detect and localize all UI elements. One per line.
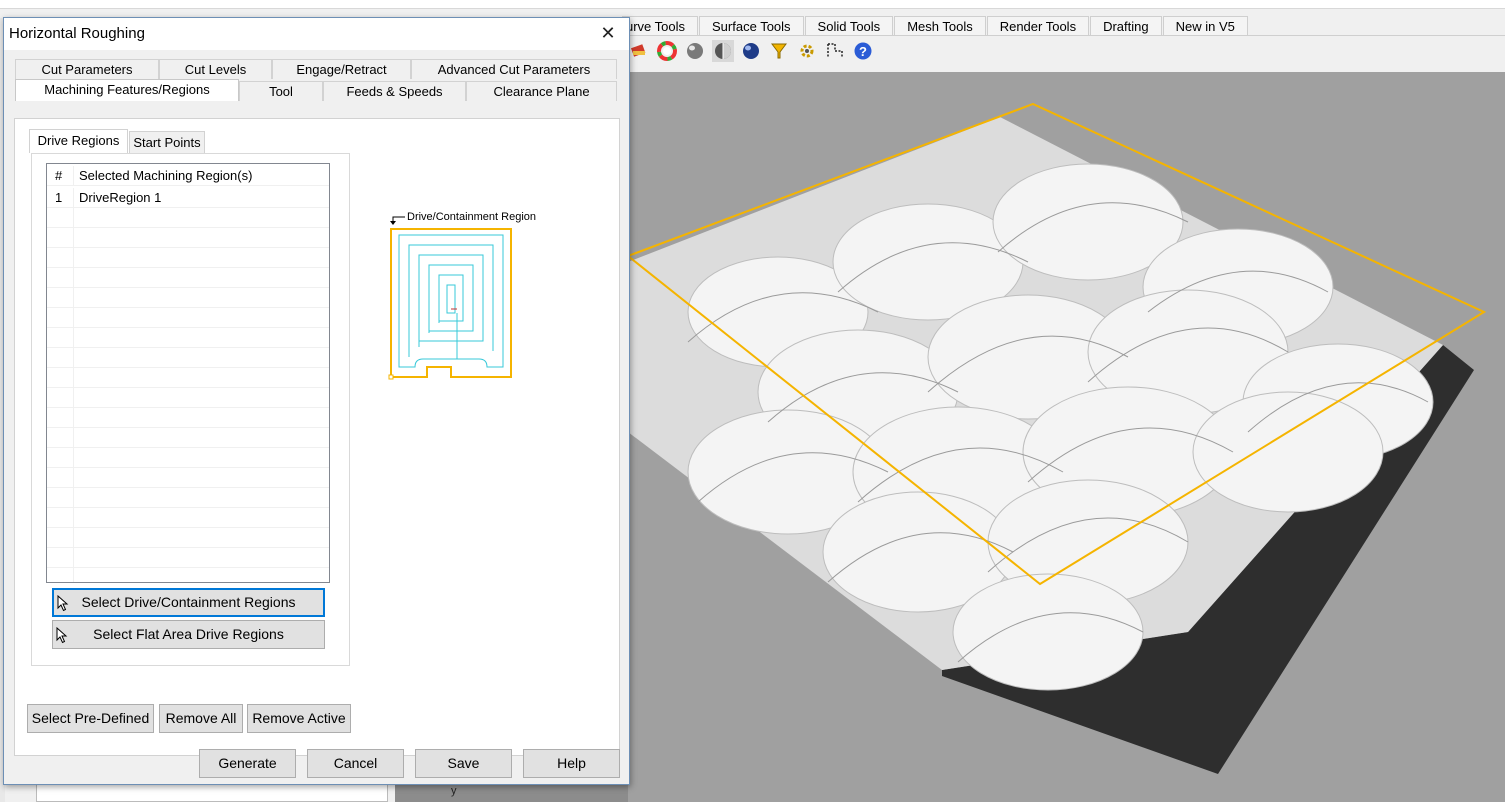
tab-clearance-plane[interactable]: Clearance Plane [466, 81, 617, 101]
table-row-empty [47, 428, 329, 448]
table-row-empty [47, 408, 329, 428]
tab-drafting[interactable]: Drafting [1090, 16, 1162, 36]
tabs-rule [622, 35, 1505, 36]
dialog-title: Horizontal Roughing [9, 25, 145, 42]
remove-all-button[interactable]: Remove All [159, 704, 243, 733]
table-row-empty [47, 268, 329, 288]
axis-y-label: y [451, 785, 457, 797]
tab-curve-tools[interactable]: urve Tools [622, 16, 699, 36]
tab-tool[interactable]: Tool [239, 81, 323, 101]
table-row-empty [47, 548, 329, 568]
header-region: Selected Machining Region(s) [79, 168, 253, 183]
tab-new-in-v5[interactable]: New in V5 [1162, 16, 1248, 36]
table-row-empty [47, 248, 329, 268]
table-row-empty [47, 288, 329, 308]
select-flat-regions-button[interactable]: Select Flat Area Drive Regions [52, 620, 325, 649]
drive-regions-panel: # Selected Machining Region(s) 1 DriveRe… [31, 153, 350, 666]
table-row-empty [47, 368, 329, 388]
tab-solid-tools[interactable]: Solid Tools [804, 16, 894, 36]
help-icon[interactable]: ? [852, 40, 874, 62]
status-field [36, 784, 388, 802]
dialog-body: Cut Parameters Cut Levels Engage/Retract… [4, 50, 629, 784]
table-row-empty [47, 468, 329, 488]
viewport-corner: y [395, 784, 628, 802]
table-row-empty [47, 508, 329, 528]
table-row-empty [47, 488, 329, 508]
color-wheel-icon[interactable] [656, 40, 678, 62]
table-row-empty [47, 448, 329, 468]
tab-machining-features-regions[interactable]: Machining Features/Regions [15, 79, 239, 101]
close-button[interactable]: ✕ [596, 22, 620, 46]
subtab-drive-regions[interactable]: Drive Regions [29, 129, 128, 153]
select-drive-regions-label: Select Drive/Containment Regions [81, 594, 296, 610]
drive-region-diagram: Drive/Containment Region [387, 211, 547, 391]
select-drive-regions-button[interactable]: Select Drive/Containment Regions [52, 588, 325, 617]
tab-cut-parameters[interactable]: Cut Parameters [15, 59, 159, 79]
table-row-empty [47, 568, 329, 582]
gear-icon[interactable] [796, 40, 818, 62]
toolbar-icons: ? [628, 38, 874, 64]
perspective-viewport[interactable] [625, 72, 1505, 802]
save-button[interactable]: Save [415, 749, 512, 778]
svg-text:?: ? [859, 44, 867, 59]
filter-icon[interactable] [768, 40, 790, 62]
tab-render-tools[interactable]: Render Tools [986, 16, 1090, 36]
cancel-button[interactable]: Cancel [307, 749, 404, 778]
command-line-strip [0, 0, 1505, 9]
select-flat-regions-label: Select Flat Area Drive Regions [93, 626, 284, 642]
table-row-empty [47, 308, 329, 328]
table-row-empty [47, 348, 329, 368]
remove-active-button[interactable]: Remove Active [247, 704, 351, 733]
render-icon[interactable] [628, 40, 650, 62]
header-index: # [47, 166, 74, 186]
table-row-empty [47, 328, 329, 348]
toolbar-tab-strip: urve Tools Surface Tools Solid Tools Mes… [622, 16, 1249, 36]
sphere-gray-icon[interactable] [684, 40, 706, 62]
generate-button[interactable]: Generate [199, 749, 296, 778]
tab-feeds-speeds[interactable]: Feeds & Speeds [323, 81, 466, 101]
row-name: DriveRegion 1 [79, 190, 162, 205]
sphere-split-icon[interactable] [712, 40, 734, 62]
select-predefined-button[interactable]: Select Pre-Defined [27, 704, 154, 733]
regions-table[interactable]: # Selected Machining Region(s) 1 DriveRe… [46, 163, 330, 583]
horizontal-roughing-dialog: Horizontal Roughing ✕ Cut Parameters Cut… [3, 17, 630, 785]
machining-regions-panel: Drive Regions Start Points # Selected Ma… [14, 118, 620, 756]
pointer-icon [56, 626, 68, 653]
table-row-empty [47, 388, 329, 408]
pointer-icon [57, 594, 69, 620]
table-header: # Selected Machining Region(s) [47, 166, 329, 186]
help-button[interactable]: Help [523, 749, 620, 778]
table-row[interactable]: 1 DriveRegion 1 [47, 188, 329, 208]
tab-engage-retract[interactable]: Engage/Retract [272, 59, 411, 79]
table-row-empty [47, 228, 329, 248]
tab-cut-levels[interactable]: Cut Levels [159, 59, 272, 79]
table-row-empty [47, 528, 329, 548]
tab-advanced-cut-parameters[interactable]: Advanced Cut Parameters [411, 59, 617, 79]
dimension-icon[interactable] [824, 40, 846, 62]
tab-mesh-tools[interactable]: Mesh Tools [894, 16, 986, 36]
table-row-empty [47, 208, 329, 228]
subtab-start-points[interactable]: Start Points [129, 131, 205, 153]
tab-surface-tools[interactable]: Surface Tools [699, 16, 804, 36]
sphere-blue-icon[interactable] [740, 40, 762, 62]
row-index: 1 [47, 188, 74, 208]
